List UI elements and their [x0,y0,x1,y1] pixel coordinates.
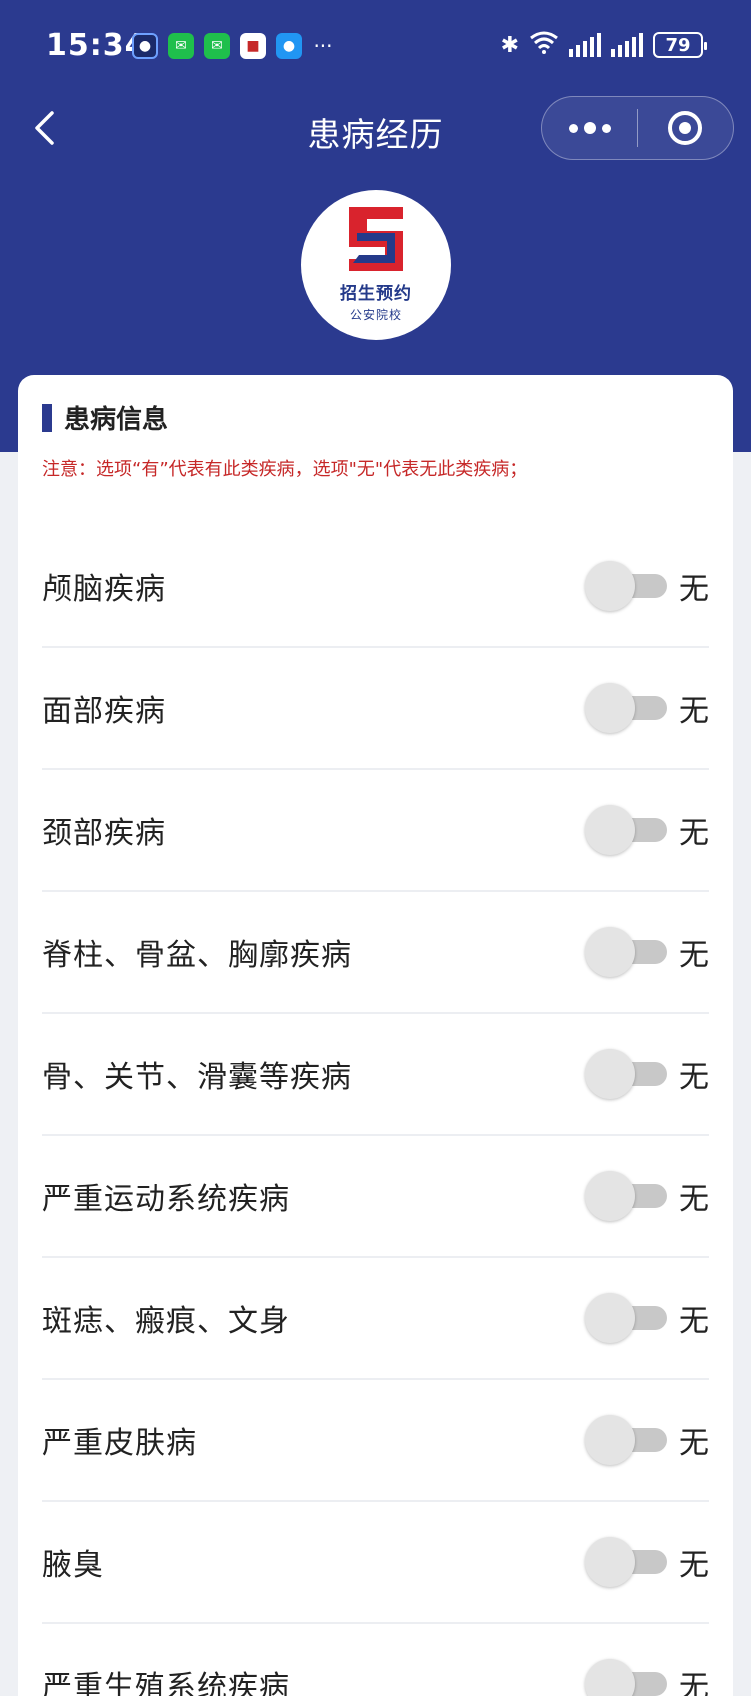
toggle-switch[interactable] [583,561,671,611]
toggle-switch[interactable] [583,927,671,977]
list-item: 腋臭 无 [42,1502,709,1624]
notice-text: 注意：选项“有”代表有此类疾病，选项"无"代表无此类疾病； [42,459,528,480]
toggle-switch[interactable] [583,1049,671,1099]
toggle-switch[interactable] [583,1537,671,1587]
disease-label: 斑痣、瘢痕、文身 [42,1304,290,1339]
list-item: 脊柱、骨盆、胸廓疾病 无 [42,892,709,1014]
toggle-switch[interactable] [583,1415,671,1465]
miniprogram-capsule [541,96,734,160]
toggle-switch[interactable] [583,683,671,733]
disease-label: 腋臭 [42,1548,104,1583]
disease-info-card: 患病信息 注意：选项“有”代表有此类疾病，选项"无"代表无此类疾病； 颅脑疾病 … [18,375,733,1696]
toggle-value: 无 [679,938,709,973]
disease-label: 骨、关节、滑囊等疾病 [42,1060,352,1095]
toggle-value: 无 [679,1304,709,1339]
logo-text-sub: 公安院校 [349,308,402,322]
app-notification-icon: ■ [240,33,266,59]
disease-label: 颈部疾病 [42,816,166,851]
toggle-value: 无 [679,816,709,851]
section-header: 患病信息 [42,399,168,436]
toggle-switch[interactable] [583,1659,671,1696]
list-item: 严重皮肤病 无 [42,1380,709,1502]
disease-label: 严重皮肤病 [42,1426,197,1461]
disease-list: 颅脑疾病 无 面部疾病 无 颈部疾病 无 脊柱、骨盆、胸廓疾病 无 骨、关节、滑… [42,526,709,1696]
status-indicators: ✱ 79 [500,30,707,60]
disease-label: 严重生殖系统疾病 [42,1670,290,1696]
list-item: 骨、关节、滑囊等疾病 无 [42,1014,709,1136]
list-item: 面部疾病 无 [42,648,709,770]
toggle-value: 无 [679,1548,709,1583]
toggle-value: 无 [679,1182,709,1217]
toggle-value: 无 [679,1670,709,1696]
wechat-notification-icon: ✉ [168,33,194,59]
section-title: 患病信息 [64,405,169,435]
list-item: 严重生殖系统疾病 无 [42,1624,709,1696]
wechat-notification-icon: ✉ [204,33,230,59]
battery-icon: 79 [653,32,707,58]
bluetooth-icon: ✱ [500,32,519,58]
list-item: 严重运动系统疾病 无 [42,1136,709,1258]
target-icon [668,111,703,145]
toggle-value: 无 [679,694,709,729]
logo-text-main: 招生预约 [340,284,412,304]
signal-icon [569,33,601,57]
page: 15:34 ● ✉ ✉ ■ ● ··· ✱ 79 患病经历 招生预约 公安院校 … [0,0,751,1696]
notification-icons: ● ✉ ✉ ■ ● ··· [132,33,334,59]
more-menu-button[interactable] [542,96,637,160]
toggle-switch[interactable] [583,1293,671,1343]
wifi-icon [529,30,559,60]
toggle-value: 无 [679,572,709,607]
disease-label: 脊柱、骨盆、胸廓疾病 [42,938,352,973]
status-bar: 15:34 ● ✉ ✉ ■ ● ··· ✱ 79 [0,0,751,92]
toggle-switch[interactable] [583,1171,671,1221]
list-item: 斑痣、瘢痕、文身 无 [42,1258,709,1380]
close-miniprogram-button[interactable] [638,96,733,160]
toggle-value: 无 [679,1060,709,1095]
message-notification-icon: ● [276,33,302,59]
toggle-value: 无 [679,1426,709,1461]
disease-label: 面部疾病 [42,694,166,729]
logo: 招生预约 公安院校 [301,190,451,340]
list-item: 颈部疾病 无 [42,770,709,892]
disease-label: 严重运动系统疾病 [42,1182,290,1217]
app-notification-icon: ● [132,33,158,59]
toggle-switch[interactable] [583,805,671,855]
signal-icon [611,33,643,57]
logo-s-icon [349,207,403,271]
list-item: 颅脑疾病 无 [42,526,709,648]
section-accent-bar [42,403,52,432]
disease-label: 颅脑疾病 [42,572,166,607]
more-notifications-icon: ··· [313,34,333,58]
